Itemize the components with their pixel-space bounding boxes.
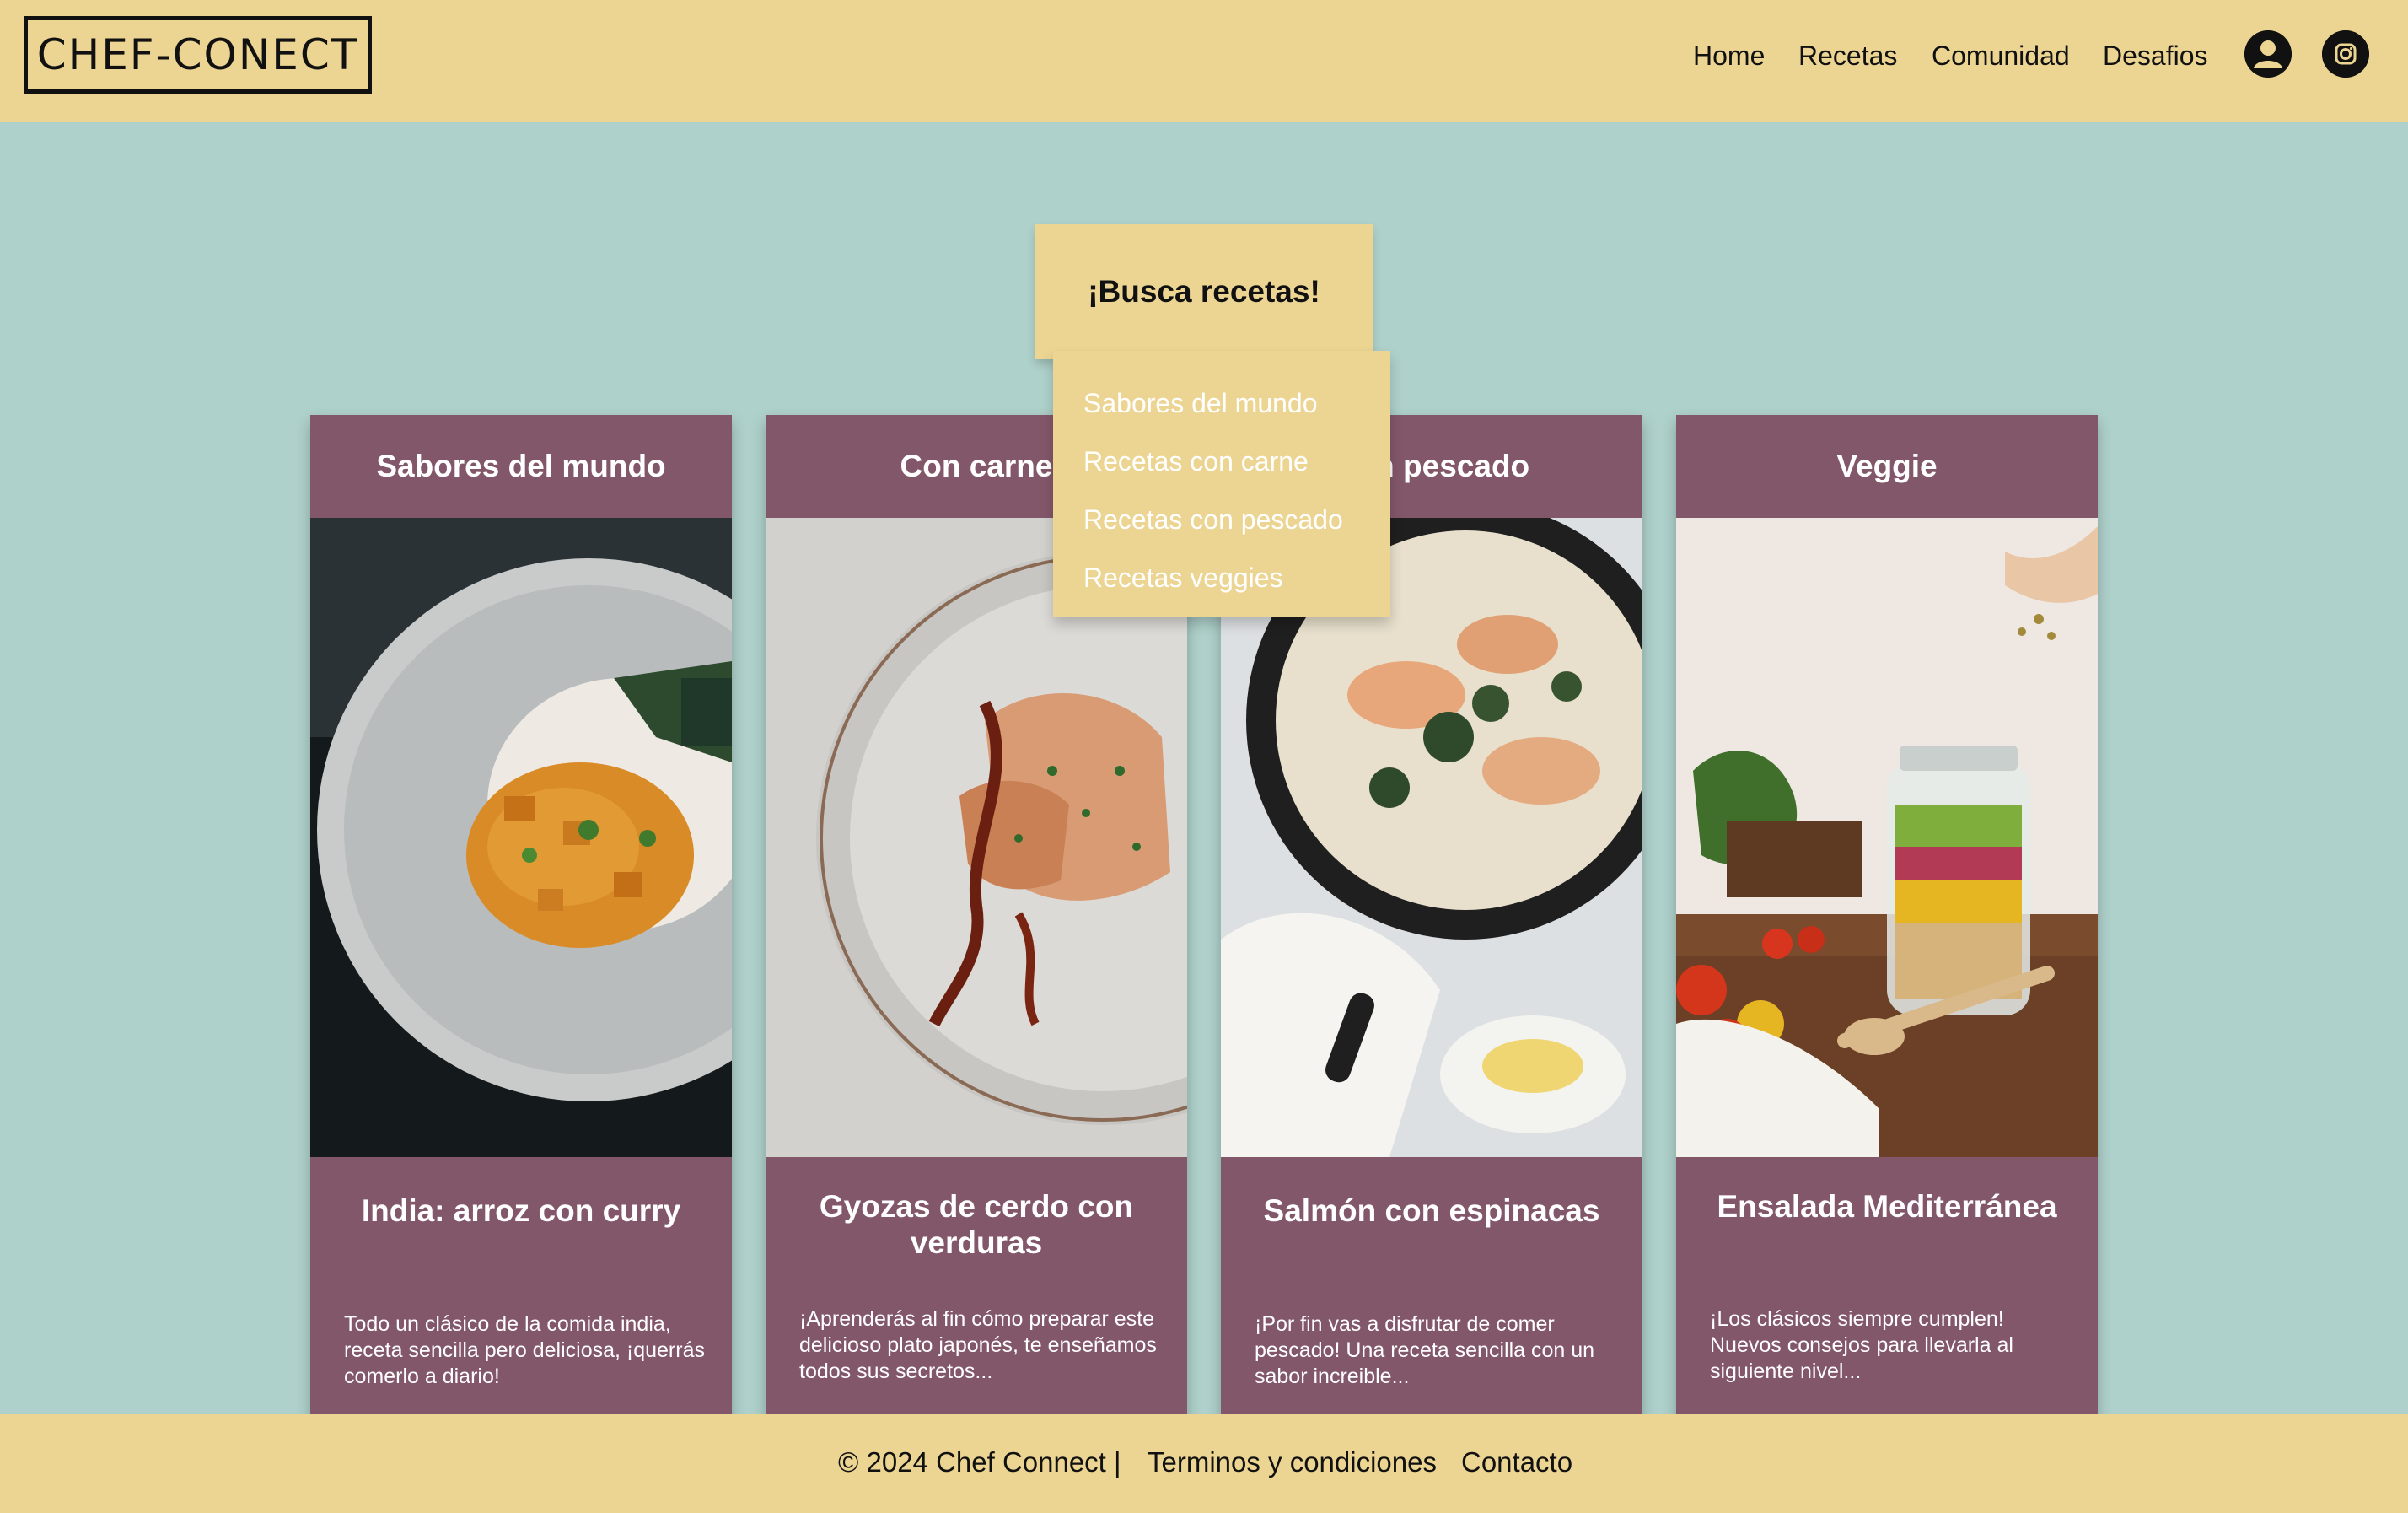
footer-contact-link[interactable]: Contacto (1461, 1446, 1572, 1478)
recipes-dropdown-menu: Sabores del mundo Recetas con carne Rece… (1053, 351, 1390, 617)
card-title[interactable]: Gyozas de cerdo con verduras (791, 1188, 1162, 1261)
site-header: CHEF-CONECT Home Recetas Comunidad Desaf… (0, 0, 2408, 122)
instagram-icon[interactable] (2322, 30, 2369, 78)
recipe-card-veggie[interactable]: Veggie Ensalada Mediterránea ¡Los clásic… (1676, 415, 2098, 1435)
nav-desafios-link[interactable]: Desafios (2103, 40, 2208, 72)
card-title[interactable]: Salmón con espinacas (1246, 1193, 1617, 1229)
card-description: Todo un clásico de la comida india, rece… (344, 1312, 705, 1388)
salad-jar-photo (1676, 518, 2098, 1157)
card-description: ¡Por fin vas a disfrutar de comer pescad… (1255, 1312, 1595, 1388)
curry-dish-photo (310, 518, 732, 1157)
card-description: ¡Los clásicos siempre cumplen! Nuevos co… (1710, 1307, 2013, 1383)
card-title[interactable]: Ensalada Mediterránea (1701, 1188, 2072, 1225)
dropdown-item-veggies[interactable]: Recetas veggies (1053, 552, 1390, 611)
card-category: Veggie (1836, 449, 1938, 483)
dropdown-item-sabores[interactable]: Sabores del mundo (1053, 378, 1390, 436)
site-logo[interactable]: CHEF-CONECT (24, 16, 372, 94)
dropdown-item-carne[interactable]: Recetas con carne (1053, 436, 1390, 494)
nav-recetas-link[interactable]: Recetas (1798, 40, 1897, 72)
card-description: ¡Aprenderás al fin cómo preparar este de… (799, 1307, 1157, 1383)
footer-copyright: © 2024 Chef Connect | (838, 1446, 1121, 1478)
card-title[interactable]: India: arroz con curry (336, 1193, 707, 1229)
footer-terms-link[interactable]: Terminos y condiciones (1148, 1446, 1437, 1478)
nav-home-link[interactable]: Home (1693, 40, 1765, 72)
search-recipes-button[interactable]: ¡Busca recetas! (1035, 224, 1373, 359)
dropdown-item-pescado[interactable]: Recetas con pescado (1053, 494, 1390, 552)
recipe-card-curry[interactable]: Sabores del mundo India: arroz con curry… (310, 415, 732, 1435)
user-profile-icon[interactable] (2244, 30, 2292, 78)
card-category: Sabores del mundo (376, 449, 666, 483)
nav-comunidad-link[interactable]: Comunidad (1932, 40, 2070, 72)
site-footer: © 2024 Chef Connect | Terminos y condici… (0, 1414, 2408, 1513)
